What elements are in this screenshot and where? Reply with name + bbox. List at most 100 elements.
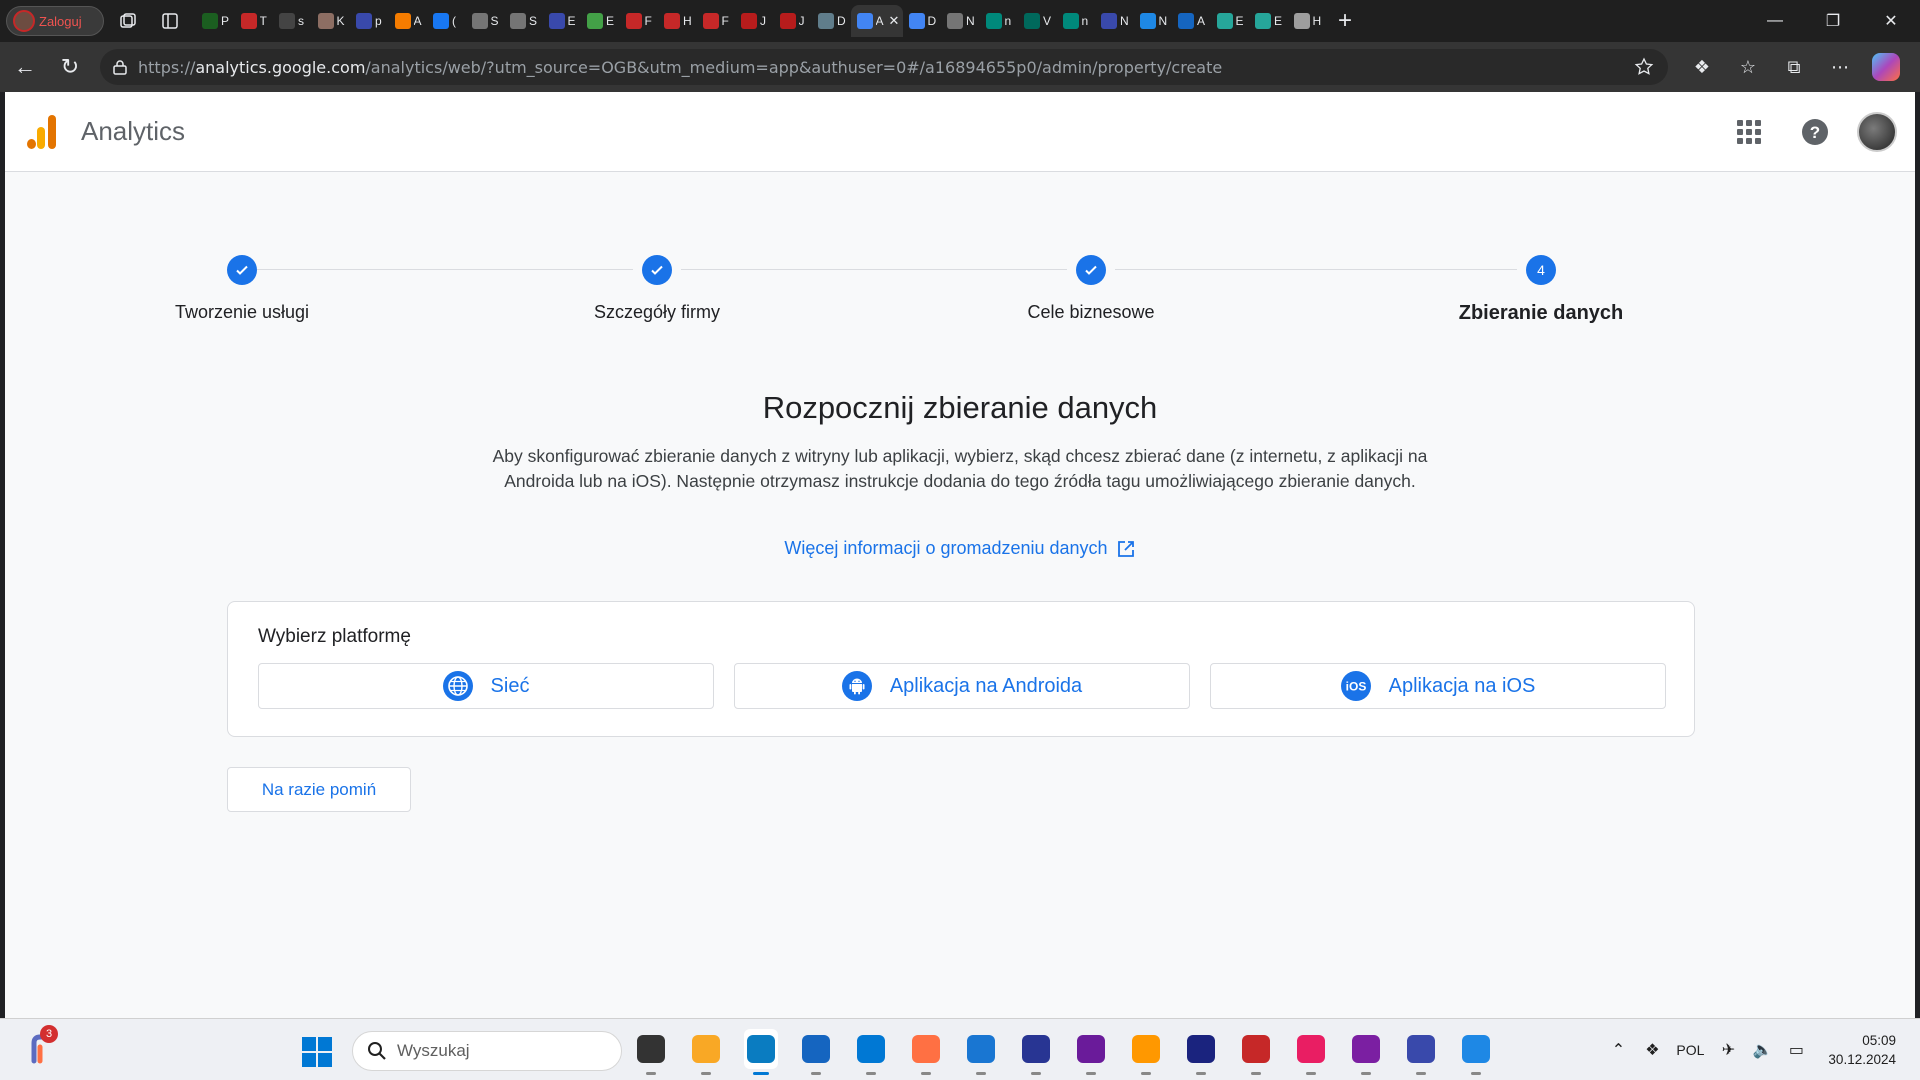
browser-tab[interactable]: A ✕	[850, 5, 903, 37]
airplane-mode-icon[interactable]: ✈	[1718, 1040, 1738, 1060]
running-indicator	[1251, 1072, 1261, 1075]
browser-tab[interactable]: D	[903, 5, 942, 37]
more-menu-icon[interactable]: ⋯	[1820, 47, 1860, 87]
collections-icon[interactable]: ⧉	[1774, 47, 1814, 87]
taskbar-app-microsoft-store[interactable]	[799, 1029, 833, 1075]
browser-tab[interactable]: K	[312, 5, 351, 37]
restore-button[interactable]: ❐	[1804, 0, 1862, 42]
new-tab-button[interactable]: +	[1330, 6, 1360, 36]
browser-tab[interactable]: p	[350, 5, 389, 37]
taskbar-app-edge[interactable]	[744, 1029, 778, 1075]
ios-icon: iOS	[1340, 671, 1371, 701]
help-icon[interactable]: ?	[1791, 108, 1839, 156]
analytics-logo-icon[interactable]	[23, 113, 59, 151]
browser-tab[interactable]: n	[980, 5, 1019, 37]
vertical-tabs-icon[interactable]	[152, 6, 188, 36]
extensions-icon[interactable]: ❖	[1682, 47, 1722, 87]
copilot-button[interactable]	[1866, 47, 1906, 87]
more-info-link[interactable]: Więcej informacji o gromadzeniu danych	[784, 538, 1107, 559]
tab-favicon-icon	[433, 13, 449, 29]
minimize-button[interactable]: —	[1746, 0, 1804, 42]
browser-tab[interactable]: N	[1134, 5, 1173, 37]
taskbar-app-media-player[interactable]	[1129, 1029, 1163, 1075]
tab-close-icon[interactable]: ✕	[889, 13, 900, 29]
taskbar-app-tor-browser[interactable]	[1349, 1029, 1383, 1075]
browser-tab[interactable]: n	[1057, 5, 1096, 37]
step-2[interactable]: Szczegóły firmy	[537, 255, 777, 323]
chevron-up-icon[interactable]: ⌃	[1608, 1040, 1628, 1060]
browser-tab[interactable]: H	[658, 5, 697, 37]
workspaces-icon[interactable]	[110, 6, 146, 36]
browser-tab[interactable]: V	[1018, 5, 1057, 37]
tab-title: S	[529, 14, 538, 28]
browser-tab[interactable]: N	[941, 5, 980, 37]
favorite-star-icon[interactable]	[1634, 57, 1654, 77]
reload-button[interactable]: ↻	[50, 47, 90, 87]
tab-favicon-icon	[818, 13, 834, 29]
battery-icon[interactable]: ▭	[1786, 1040, 1806, 1060]
browser-tab[interactable]: T	[235, 5, 274, 37]
taskbar-app-save-app[interactable]	[1019, 1029, 1053, 1075]
tab-title: V	[1043, 14, 1052, 28]
taskbar-app-thunderbird[interactable]	[1459, 1029, 1493, 1075]
platform-ios-button[interactable]: iOS Aplikacja na iOS	[1210, 663, 1666, 709]
google-apps-icon[interactable]	[1725, 108, 1773, 156]
favorites-icon[interactable]: ☆	[1728, 47, 1768, 87]
taskbar-search[interactable]: Wyszukaj	[352, 1031, 622, 1071]
platform-web-button[interactable]: Sieć	[258, 663, 714, 709]
account-avatar[interactable]	[1857, 112, 1897, 152]
open-external-icon[interactable]	[1116, 539, 1136, 559]
language-indicator[interactable]: POL	[1676, 1040, 1704, 1060]
browser-tab[interactable]: F	[697, 5, 736, 37]
taskbar-app-davinci[interactable]	[1239, 1029, 1273, 1075]
taskbar-app-task-view[interactable]	[634, 1029, 668, 1075]
browser-tab[interactable]: A	[1172, 5, 1211, 37]
start-button[interactable]	[302, 1037, 332, 1067]
browser-tab[interactable]: N	[1095, 5, 1134, 37]
taskbar-app-outlook[interactable]	[854, 1029, 888, 1075]
platform-android-button[interactable]: Aplikacja na Androida	[734, 663, 1190, 709]
volume-icon[interactable]: 🔈	[1752, 1040, 1772, 1060]
browser-tab[interactable]: H	[1288, 5, 1327, 37]
browser-tab[interactable]: (	[427, 5, 466, 37]
browser-tab[interactable]: E	[543, 5, 582, 37]
browser-tab[interactable]: E	[581, 5, 620, 37]
widgets-button[interactable]: 3	[26, 1025, 58, 1067]
browser-tab[interactable]: s	[273, 5, 312, 37]
tab-favicon-icon	[664, 13, 680, 29]
browser-tab[interactable]: A	[389, 5, 428, 37]
address-bar[interactable]: https://analytics.google.com/analytics/w…	[100, 49, 1668, 85]
browser-tab[interactable]: P	[196, 5, 235, 37]
skip-button[interactable]: Na razie pomiń	[227, 767, 411, 812]
tab-title: N	[1158, 14, 1168, 28]
taskbar-app-virtualbox[interactable]	[1184, 1029, 1218, 1075]
platform-web-label: Sieć	[490, 674, 530, 697]
platform-ios-label: Aplikacja na iOS	[1388, 674, 1536, 697]
browser-tab[interactable]: S	[466, 5, 505, 37]
back-button[interactable]: ←	[5, 47, 45, 87]
taskbar-app-firefox[interactable]	[909, 1029, 943, 1075]
taskbar-app-photos[interactable]	[964, 1029, 998, 1075]
browser-tab[interactable]: E	[1211, 5, 1250, 37]
taskbar-app-file-explorer[interactable]	[689, 1029, 723, 1075]
taskbar-app-github[interactable]	[1074, 1029, 1108, 1075]
clock[interactable]: 05:09 30.12.2024	[1828, 1031, 1896, 1069]
network-app-icon	[1407, 1035, 1435, 1063]
taskbar-app-gem-app[interactable]	[1294, 1029, 1328, 1075]
browser-tab[interactable]: E	[1249, 5, 1288, 37]
close-window-button[interactable]: ✕	[1862, 0, 1920, 42]
step-1[interactable]: Tworzenie usługi	[122, 255, 362, 323]
taskbar-app-network-app[interactable]	[1404, 1029, 1438, 1075]
browser-tab[interactable]: S	[504, 5, 543, 37]
browser-tab[interactable]: D	[812, 5, 851, 37]
app-title[interactable]: Analytics	[81, 116, 185, 147]
browser-tab[interactable]: J	[774, 5, 813, 37]
site-info-icon[interactable]	[112, 59, 128, 75]
svg-text:iOS: iOS	[1345, 680, 1366, 694]
profile-button[interactable]: Zaloguj	[6, 6, 104, 36]
dropbox-icon[interactable]: ❖	[1642, 1040, 1662, 1060]
step-3[interactable]: Cele biznesowe	[971, 255, 1211, 323]
tab-title: E	[567, 14, 576, 28]
browser-tab[interactable]: F	[620, 5, 659, 37]
browser-tab[interactable]: J	[735, 5, 774, 37]
